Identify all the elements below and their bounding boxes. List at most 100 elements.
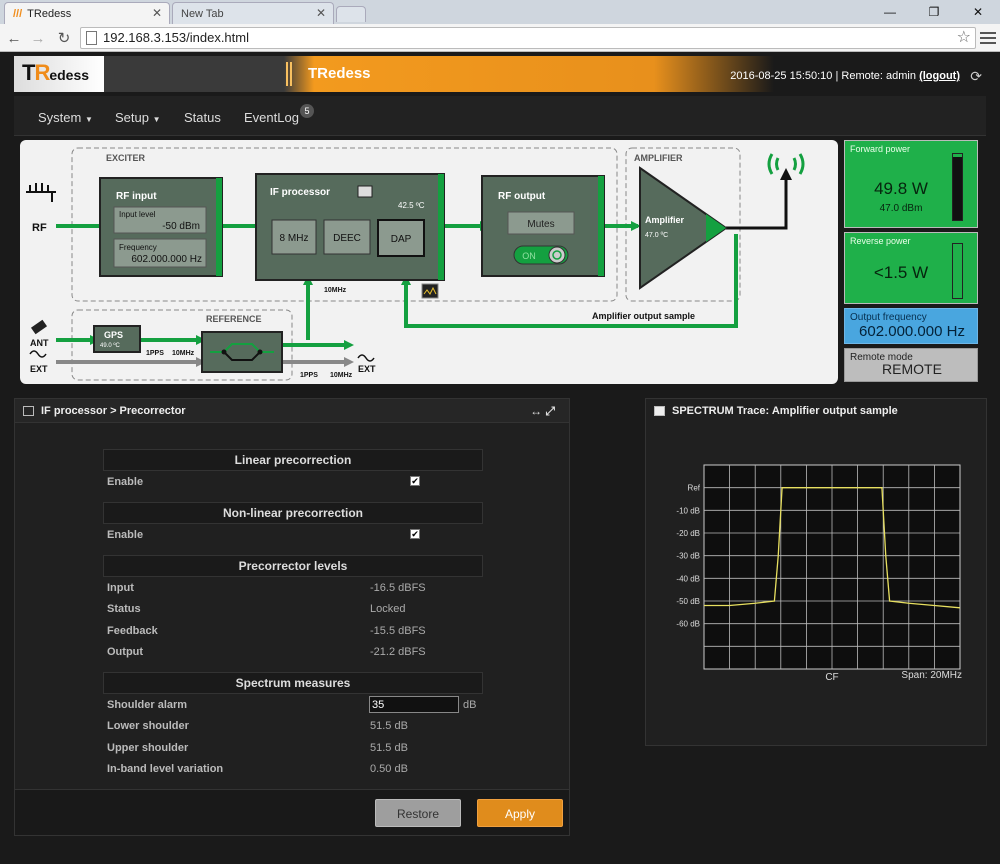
bookmark-star-icon[interactable]: ☆ bbox=[957, 28, 971, 48]
8mhz-button[interactable]: 8 MHz bbox=[280, 233, 309, 244]
if-processor-block[interactable]: IF processor 42.5 ºC 8 MHz DEEC DAP bbox=[255, 173, 445, 281]
ytick-label: -30 dB bbox=[676, 552, 700, 561]
precorrector-panel: IF processor > Precorrector ↔ ⤢ Linear p… bbox=[14, 398, 570, 836]
linear-enable-checkbox[interactable]: ✔ bbox=[410, 476, 420, 486]
nonlinear-precorrection-header: Non-linear precorrection bbox=[103, 502, 483, 524]
svg-text:RF input: RF input bbox=[116, 191, 157, 202]
nav-status[interactable]: Status bbox=[184, 110, 221, 125]
ext-out-label: EXT bbox=[358, 364, 376, 374]
url-text: 192.168.3.153/index.html bbox=[103, 30, 249, 45]
nav-eventlog[interactable]: EventLog bbox=[244, 110, 299, 125]
ytick-label: -20 dB bbox=[676, 529, 700, 538]
label-1pps-b: 1PPS bbox=[300, 372, 318, 379]
nonlinear-enable-checkbox[interactable]: ✔ bbox=[410, 529, 420, 539]
app-header: TRedess TRedess 2016-08-25 15:50:10 | Re… bbox=[14, 56, 986, 92]
nav-system[interactable]: System ▼ bbox=[38, 110, 93, 125]
svg-text:IF processor: IF processor bbox=[270, 187, 330, 198]
precorrector-panel-header: IF processor > Precorrector ↔ ⤢ bbox=[15, 399, 569, 423]
rf-input-block[interactable]: RF input Input level -50 dBm Frequency 6… bbox=[99, 177, 223, 277]
level-row-label: Feedback bbox=[107, 625, 158, 637]
minimize-icon[interactable]: — bbox=[868, 0, 912, 24]
dap-button[interactable]: DAP bbox=[391, 234, 412, 245]
ytick-label: -10 dB bbox=[676, 506, 700, 515]
waveform-icon[interactable] bbox=[421, 283, 439, 299]
browser-toolbar: ← → ↻ 192.168.3.153/index.html ☆ bbox=[0, 24, 1000, 52]
header-info: 2016-08-25 15:50:10 | Remote: admin (log… bbox=[730, 70, 960, 82]
restore-icon[interactable]: ❐ bbox=[912, 0, 956, 24]
close-icon[interactable]: ✕ bbox=[152, 6, 162, 20]
spectrum-row-label: Lower shoulder bbox=[107, 720, 189, 732]
reference-label: REFERENCE bbox=[206, 314, 262, 324]
close-icon[interactable]: ✕ bbox=[316, 6, 326, 20]
browser-tab-new[interactable]: New Tab ✕ bbox=[172, 2, 334, 24]
rf-output-block[interactable]: RF output Mutes ON bbox=[481, 175, 605, 277]
reverse-power-value: <1.5 W bbox=[873, 263, 929, 282]
nav-setup[interactable]: Setup ▼ bbox=[115, 110, 161, 125]
system-diagram: EXCITER AMPLIFIER REFERENCE RF RF input … bbox=[20, 140, 838, 384]
reverse-power-label: Reverse power bbox=[850, 236, 911, 246]
eventlog-badge: 5 bbox=[300, 104, 314, 118]
svg-text:Amplifier: Amplifier bbox=[645, 215, 685, 225]
svg-text:602.000.000 Hz: 602.000.000 Hz bbox=[131, 254, 202, 265]
svg-text:Frequency: Frequency bbox=[119, 243, 157, 252]
on-toggle[interactable]: ON bbox=[522, 251, 536, 261]
output-frequency-box: Output frequency 602.000.000 Hz bbox=[844, 308, 978, 344]
forward-power-bar bbox=[952, 153, 963, 221]
remote-user: | Remote: admin bbox=[835, 70, 916, 82]
spectrum-icon[interactable] bbox=[357, 185, 373, 198]
window-close-icon[interactable]: ✕ bbox=[956, 0, 1000, 24]
svg-text:RF output: RF output bbox=[498, 191, 546, 202]
logout-link[interactable]: (logout) bbox=[919, 70, 960, 82]
status-side-panel: Forward power 49.8 W 47.0 dBm Reverse po… bbox=[844, 140, 978, 384]
rf-label: RF bbox=[32, 222, 47, 234]
apply-button[interactable]: Apply bbox=[477, 799, 563, 827]
label-10mhz-b: 10MHz bbox=[330, 372, 353, 379]
caret-down-icon: ▼ bbox=[152, 115, 161, 124]
output-frequency-label: Output frequency bbox=[850, 312, 927, 323]
ext-wave-icon bbox=[29, 350, 47, 358]
spectrum-measures-header: Spectrum measures bbox=[103, 672, 483, 694]
remote-mode-box[interactable]: Remote mode REMOTE bbox=[844, 348, 978, 382]
browser-menu-icon[interactable] bbox=[980, 28, 996, 48]
linear-enable-label: Enable bbox=[107, 476, 144, 488]
panel-icon bbox=[23, 406, 34, 416]
reference-switch-block[interactable] bbox=[201, 331, 283, 373]
label-10mhz-a: 10MHz bbox=[172, 350, 195, 357]
cf-label: CF bbox=[825, 672, 838, 683]
panel-resize-icons[interactable]: ↔ ⤢ bbox=[530, 399, 555, 423]
back-icon[interactable]: ← bbox=[4, 28, 24, 48]
remote-mode-value: REMOTE bbox=[882, 361, 942, 377]
svg-text:49.0 ºC: 49.0 ºC bbox=[100, 342, 121, 349]
ext-out-wave-icon bbox=[357, 354, 375, 362]
caret-down-icon: ▼ bbox=[84, 115, 93, 124]
ytick-label: -40 dB bbox=[676, 574, 700, 583]
reverse-power-meter: Reverse power <1.5 W bbox=[844, 232, 978, 304]
level-row-value: Locked bbox=[370, 603, 406, 615]
forward-power-label: Forward power bbox=[850, 144, 911, 154]
refresh-icon[interactable]: ⟳ bbox=[970, 68, 982, 85]
header-divider bbox=[286, 62, 292, 86]
new-tab-button[interactable] bbox=[336, 6, 366, 22]
address-bar[interactable]: 192.168.3.153/index.html ☆ bbox=[80, 27, 976, 49]
browser-tab-active[interactable]: /// TRedess ✕ bbox=[4, 2, 170, 24]
spectrum-row-value: 51.5 dB bbox=[370, 720, 408, 732]
shoulder-alarm-input[interactable] bbox=[369, 696, 459, 713]
restore-button[interactable]: Restore bbox=[375, 799, 461, 827]
precorrector-footer: Restore Apply bbox=[15, 789, 569, 835]
browser-tab-strip: /// TRedess ✕ New Tab ✕ — ❐ ✕ bbox=[0, 0, 1000, 24]
span-label: Span: 20MHz bbox=[901, 670, 962, 681]
label-1pps-a: 1PPS bbox=[146, 350, 164, 357]
spectrum-row-label: Upper shoulder bbox=[107, 742, 189, 754]
tab-label: TRedess bbox=[27, 7, 72, 20]
reload-icon[interactable]: ↻ bbox=[54, 28, 74, 48]
ant-label: ANT bbox=[30, 338, 49, 348]
svg-text:-50 dBm: -50 dBm bbox=[162, 221, 200, 232]
amplifier-block[interactable]: Amplifier 47.0 ºC bbox=[639, 166, 728, 290]
forward-icon[interactable]: → bbox=[28, 28, 48, 48]
level-row-value: -21.2 dBFS bbox=[370, 646, 426, 658]
gps-block[interactable]: GPS 49.0 ºC bbox=[93, 325, 141, 353]
panel-title: IF processor > Precorrector bbox=[41, 405, 186, 417]
deec-button[interactable]: DEEC bbox=[333, 233, 361, 244]
ext-label: EXT bbox=[30, 364, 48, 374]
mutes-button[interactable]: Mutes bbox=[527, 219, 554, 230]
